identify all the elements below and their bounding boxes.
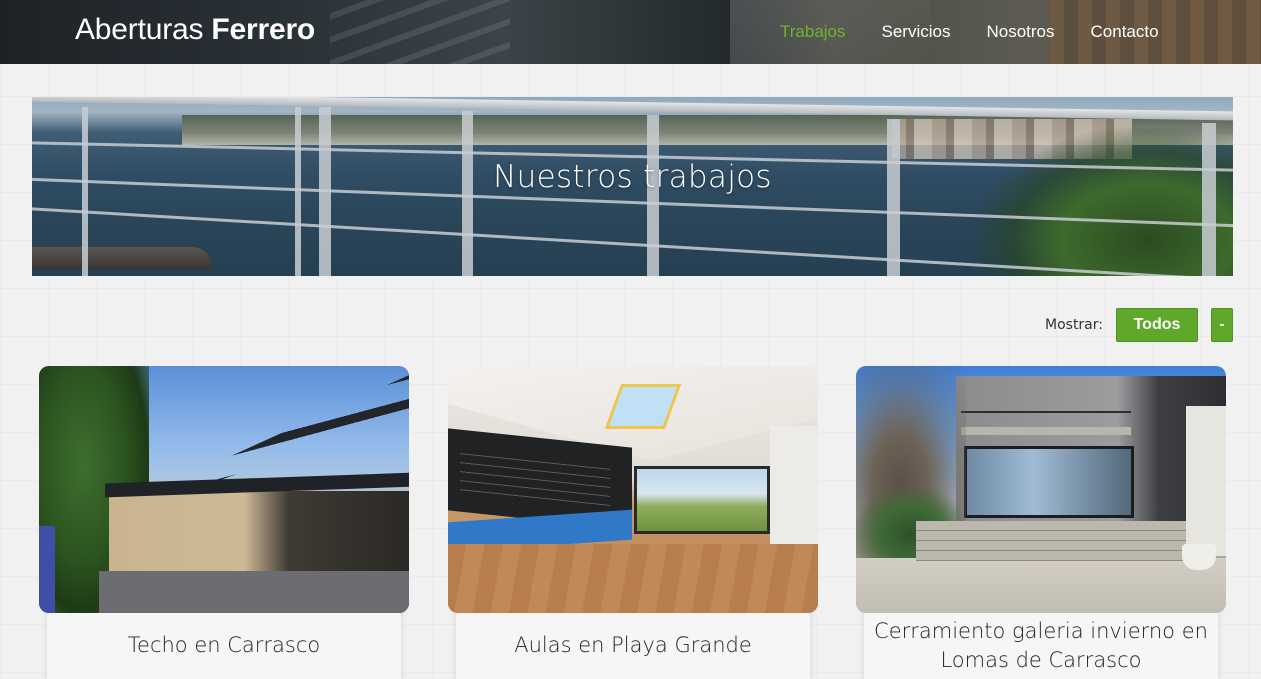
project-title[interactable]: Aulas en Playa Grande: [456, 631, 810, 660]
image-curtain: [1186, 406, 1226, 556]
image-wood-floor: [448, 544, 818, 613]
hero-railing-post: [1202, 123, 1216, 276]
hero-banner: Nuestros trabajos: [32, 97, 1233, 276]
image-balcony: [961, 411, 1131, 435]
image-steps: [916, 521, 1186, 561]
nav-link-nosotros[interactable]: Nosotros: [986, 22, 1054, 42]
brand-logo[interactable]: Aberturas Ferrero: [75, 13, 315, 47]
image-blue-object: [39, 526, 55, 613]
hero-palm-tree: [973, 127, 1233, 276]
nav-link-servicios[interactable]: Servicios: [882, 22, 951, 42]
project-image[interactable]: [856, 366, 1226, 613]
hero-railing-post: [887, 119, 900, 276]
navbar-background-image: [330, 0, 510, 64]
image-patio: [856, 558, 1226, 613]
brand-name-second: Ferrero: [211, 13, 316, 46]
brand-name-first: Aberturas: [75, 13, 204, 46]
filter-collapse-button[interactable]: -: [1211, 308, 1233, 342]
portfolio-filter: Mostrar: Todos -: [1045, 308, 1233, 342]
filter-all-button[interactable]: Todos: [1116, 308, 1198, 342]
nav-link-contacto[interactable]: Contacto: [1091, 22, 1159, 42]
main-nav: Trabajos Servicios Nosotros Contacto: [780, 22, 1159, 42]
image-window: [634, 466, 770, 534]
nav-link-trabajos[interactable]: Trabajos: [780, 22, 846, 42]
image-glass-enclosure: [964, 446, 1134, 518]
filter-label: Mostrar:: [1045, 317, 1103, 333]
image-floor: [99, 571, 409, 613]
project-title[interactable]: Cerramiento galeria invierno en Lomas de…: [864, 617, 1218, 675]
project-image[interactable]: [448, 366, 818, 613]
hero-jetty: [32, 247, 212, 269]
page-title: Nuestros trabajos: [493, 159, 772, 195]
image-plant-pot: [1182, 544, 1216, 570]
project-image[interactable]: [39, 366, 409, 613]
top-navbar: Aberturas Ferrero Trabajos Servicios Nos…: [0, 0, 1261, 64]
image-right-wall: [770, 426, 818, 556]
project-title[interactable]: Techo en Carrasco: [47, 631, 401, 660]
hero-railing-post: [647, 115, 659, 276]
